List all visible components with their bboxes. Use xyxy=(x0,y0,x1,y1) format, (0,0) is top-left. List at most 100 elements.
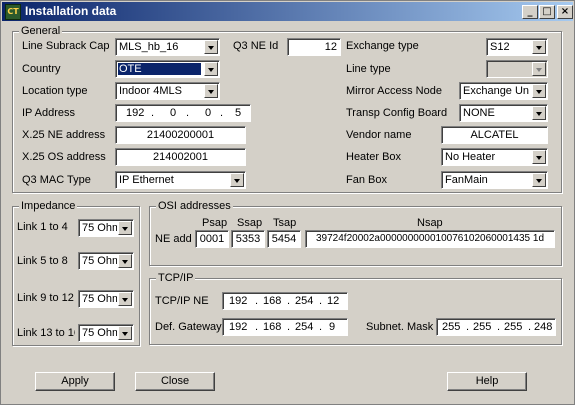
chevron-down-icon[interactable] xyxy=(204,40,218,54)
mask-octet-1: 255 xyxy=(442,321,461,333)
close-button[interactable]: Close xyxy=(135,372,215,391)
chevron-down-icon[interactable] xyxy=(204,62,218,76)
q3-ne-id-input[interactable]: 12 xyxy=(287,38,341,56)
location-type-label: Location type xyxy=(22,85,88,97)
line-type-select[interactable] xyxy=(486,60,548,78)
heater-box-label: Heater Box xyxy=(346,151,402,163)
exchange-type-value: S12 xyxy=(490,41,510,53)
nsap-input[interactable]: 39724f20002a000000000010076102060001435 … xyxy=(305,230,555,248)
link-5-8-value: 75 Ohm xyxy=(82,255,117,267)
link-9-12-value: 75 Ohm xyxy=(82,293,117,305)
chevron-down-icon[interactable] xyxy=(118,292,132,306)
chevron-down-icon[interactable] xyxy=(230,173,244,187)
ip-dot: . xyxy=(287,295,291,307)
minimize-button[interactable]: _ xyxy=(522,5,538,19)
mask-octet-2: 255 xyxy=(473,321,492,333)
def-gateway-label: Def. Gateway xyxy=(155,321,222,333)
chevron-down-icon[interactable] xyxy=(532,40,546,54)
ip-dot: . xyxy=(255,321,259,333)
line-subrack-cap-value: MLS_hb_16 xyxy=(119,41,179,53)
mask-octet-3: 255 xyxy=(504,321,523,333)
link-1-4-value: 75 Ohm xyxy=(82,222,117,234)
apply-button[interactable]: Apply xyxy=(35,372,115,391)
tsap-input[interactable]: 5454 xyxy=(267,230,301,248)
ip-dot: . xyxy=(287,321,291,333)
tcpip-ne-label: TCP/IP NE xyxy=(155,295,209,307)
chevron-down-icon[interactable] xyxy=(532,150,546,164)
q3-ne-id-label: Q3 NE Id xyxy=(233,40,279,52)
ssap-header: Ssap xyxy=(237,217,263,229)
vendor-name-input[interactable]: ALCATEL xyxy=(441,126,548,144)
location-type-value: Indoor 4MLS xyxy=(119,85,182,97)
mask-octet-4: 248 xyxy=(534,321,553,333)
impedance-group-label: Impedance xyxy=(19,200,78,212)
ip-address-label: IP Address xyxy=(22,107,75,119)
help-button[interactable]: Help xyxy=(447,372,527,391)
chevron-down-icon[interactable] xyxy=(204,84,218,98)
vendor-name-label: Vendor name xyxy=(346,129,412,141)
maximize-button[interactable]: □ xyxy=(539,5,555,19)
tsap-header: Tsap xyxy=(273,217,297,229)
window-title: Installation data xyxy=(25,4,117,18)
country-select[interactable]: OTE xyxy=(115,60,220,78)
mirror-access-node-value: Exchange Unit xyxy=(463,85,529,97)
chevron-down-icon[interactable] xyxy=(118,221,132,235)
link-1-4-label: Link 1 to 4 xyxy=(17,221,68,233)
tcpip-ne-input[interactable]: 192 . 168 . 254 . 12 xyxy=(222,292,348,310)
link-5-8-select[interactable]: 75 Ohm xyxy=(78,252,134,270)
transp-config-board-select[interactable]: NONE xyxy=(459,104,548,122)
ip-address-input[interactable]: 192 . 0 . 0 . 5 xyxy=(115,104,251,122)
line-subrack-cap-select[interactable]: MLS_hb_16 xyxy=(115,38,220,56)
chevron-down-icon[interactable] xyxy=(532,84,546,98)
close-window-button[interactable]: × xyxy=(557,5,573,19)
link-13-16-value: 75 Ohm xyxy=(82,327,117,339)
subnet-mask-label: Subnet. Mask xyxy=(366,321,434,333)
exchange-type-select[interactable]: S12 xyxy=(486,38,548,56)
country-label: Country xyxy=(22,63,61,75)
line-type-label: Line type xyxy=(346,63,391,75)
link-13-16-select[interactable]: 75 Ohm xyxy=(78,324,134,342)
x25-os-address-label: X.25 OS address xyxy=(22,151,106,163)
ip-dot: . xyxy=(255,295,259,307)
ip-dot: . xyxy=(497,321,501,333)
q3-mac-type-select[interactable]: IP Ethernet xyxy=(115,171,246,189)
ip-octet-4: 5 xyxy=(234,107,242,119)
ip-octet-1: 192 xyxy=(126,107,145,119)
chevron-down-icon[interactable] xyxy=(118,326,132,340)
nsap-header: Nsap xyxy=(417,217,443,229)
ne-octet-1: 192 xyxy=(229,295,248,307)
ssap-input[interactable]: 5353 xyxy=(231,230,265,248)
x25-ne-address-input[interactable]: 21400200001 xyxy=(115,126,246,144)
ip-dot: . xyxy=(220,107,224,119)
installation-data-window: CT Installation data _ □ × General Line … xyxy=(0,0,575,405)
def-gateway-input[interactable]: 192 . 168 . 254 . 9 xyxy=(222,318,348,336)
fan-box-select[interactable]: FanMain xyxy=(441,171,548,189)
fan-box-label: Fan Box xyxy=(346,174,387,186)
link-9-12-select[interactable]: 75 Ohm xyxy=(78,290,134,308)
chevron-down-icon[interactable] xyxy=(532,106,546,120)
chevron-down-icon[interactable] xyxy=(118,254,132,268)
x25-os-address-input[interactable]: 214002001 xyxy=(115,148,246,166)
subnet-mask-input[interactable]: 255 . 255 . 255 . 248 xyxy=(436,318,556,336)
gw-octet-3: 254 xyxy=(295,321,314,333)
ip-dot: . xyxy=(528,321,532,333)
title-bar[interactable]: CT Installation data _ □ × xyxy=(2,2,573,21)
ne-octet-3: 254 xyxy=(295,295,314,307)
exchange-type-label: Exchange type xyxy=(346,40,419,52)
q3-mac-type-label: Q3 MAC Type xyxy=(22,174,91,186)
psap-input[interactable]: 0001 xyxy=(195,230,229,248)
chevron-down-icon[interactable] xyxy=(532,62,546,76)
ip-octet-3: 0 xyxy=(204,107,212,119)
mirror-access-node-select[interactable]: Exchange Unit xyxy=(459,82,548,100)
link-1-4-select[interactable]: 75 Ohm xyxy=(78,219,134,237)
ne-add-label: NE add xyxy=(155,233,192,245)
heater-box-value: No Heater xyxy=(445,151,496,163)
ip-dot: . xyxy=(466,321,470,333)
chevron-down-icon[interactable] xyxy=(532,173,546,187)
ip-dot: . xyxy=(186,107,190,119)
ne-octet-2: 168 xyxy=(263,295,282,307)
location-type-select[interactable]: Indoor 4MLS xyxy=(115,82,220,100)
ip-octet-2: 0 xyxy=(169,107,177,119)
heater-box-select[interactable]: No Heater xyxy=(441,148,548,166)
link-13-16-label: Link 13 to 16 xyxy=(17,327,75,339)
